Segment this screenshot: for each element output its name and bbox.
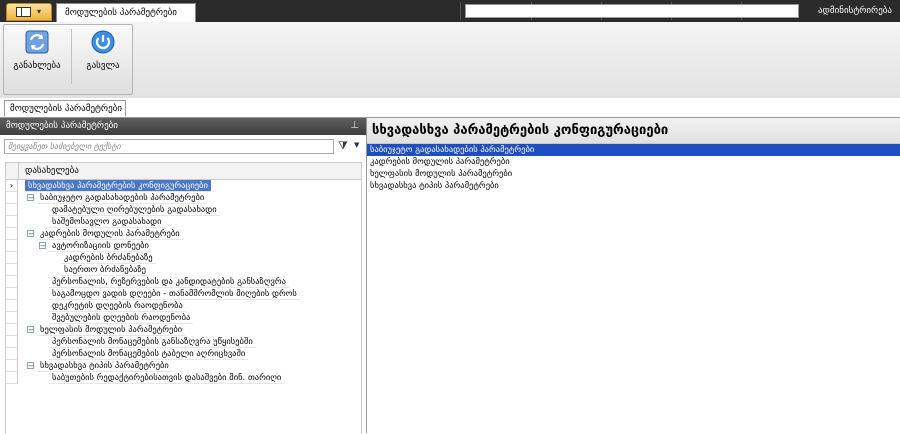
- column-header-label: დასახელება: [25, 166, 79, 176]
- row-indicator[interactable]: [6, 240, 18, 252]
- row-indicator[interactable]: [6, 192, 18, 204]
- row-indicator[interactable]: ›: [6, 180, 18, 192]
- tree-row-label: ხელფასის მოდულის პარამეტრები: [37, 324, 186, 336]
- tree-row[interactable]: კადრების ბრძანებაზე: [6, 252, 361, 264]
- power-icon: [91, 30, 115, 54]
- tree-row-label: დამატებული ღირებულების გადასახადი: [49, 204, 220, 216]
- right-panel: სხვადასხვა პარამეტრების კონფიგურაციები ს…: [367, 118, 900, 433]
- title-bar: ▾ მოდულების პარამეტრები ადმინისტრირება: [0, 0, 900, 23]
- tree-row[interactable]: − ავტორიზაციის დონეები: [6, 240, 361, 252]
- tree-row-label: ავტორიზაციის დონეები: [49, 240, 152, 252]
- tree-row-label: კადრების მოდულის პარამეტრები: [37, 228, 183, 240]
- app-menu-button[interactable]: ▾: [6, 3, 52, 21]
- ribbon-separator: [71, 29, 72, 84]
- tree-row[interactable]: − სხვადასხვა ტიპის პარამეტრები: [6, 360, 361, 372]
- row-indicator[interactable]: [6, 276, 18, 288]
- row-indicator[interactable]: [6, 300, 18, 312]
- ribbon-group: განახლება გასვლა: [3, 24, 133, 95]
- tree-row-label: სხვადასხვა ტიპის პარამეტრები: [37, 360, 172, 372]
- tree-grid: დასახელება › სხვადასხვა პარამეტრების კონფ…: [5, 162, 362, 434]
- tree-row[interactable]: › სხვადასხვა პარამეტრების კონფიგურაციები: [6, 180, 361, 192]
- row-indicator[interactable]: [6, 252, 18, 264]
- chevron-down-icon: ▾: [37, 7, 42, 16]
- tree-row[interactable]: საშემოსავლო გადასახადი: [6, 216, 361, 228]
- tree-row-label: საბიუჯეტო გადასახადების პარამეტრები: [37, 192, 208, 204]
- filter-dropdown-icon[interactable]: ▼: [354, 141, 359, 149]
- left-panel-title: მოდულების პარამეტრები: [6, 121, 118, 131]
- row-indicator[interactable]: [6, 228, 18, 240]
- filter-row: შეიყვანეთ საძიებელი ტექსტი ⧩ ▼: [4, 139, 364, 155]
- tree-row-label: სხვადასხვა პარამეტრების კონფიგურაციები: [25, 180, 211, 192]
- collapse-icon[interactable]: −: [27, 326, 34, 334]
- tree-row-label: საშემოსავლო გადასახადი: [49, 216, 165, 228]
- app-menu-icon: [16, 7, 31, 17]
- exit-label: გასვლა: [86, 61, 120, 71]
- row-indicator[interactable]: [6, 312, 18, 324]
- collapse-icon[interactable]: −: [39, 242, 46, 250]
- tab-module-parameters[interactable]: მოდულების პარამეტრები: [4, 100, 126, 117]
- row-indicator[interactable]: [6, 288, 18, 300]
- row-indicator[interactable]: [6, 216, 18, 228]
- refresh-icon: [25, 30, 49, 54]
- ribbon: განახლება გასვლა: [0, 22, 900, 99]
- tree-row[interactable]: − საბიუჯეტო გადასახადების პარამეტრები: [6, 192, 361, 204]
- left-panel-header: მოდულების პარამეტრები ⊥: [0, 118, 366, 135]
- left-panel: მოდულების პარამეტრები ⊥ შეიყვანეთ საძიებ…: [0, 118, 367, 434]
- tree-row[interactable]: პერსონალის, რეზერვების და კანდიდატების გ…: [6, 276, 361, 288]
- tree-row[interactable]: შვებულების დღეების რაოდენობა: [6, 312, 361, 324]
- tree-row-label: საგამოცდო ვადის დღეები - თანამშრომლის მი…: [49, 288, 300, 300]
- tree-row[interactable]: პერსონალის მონაცემების ტაბელი აღრიცხვაში: [6, 348, 361, 360]
- search-input[interactable]: [465, 4, 799, 18]
- tree-row-label: საერთო ბრძანებაზე: [61, 264, 149, 276]
- ribbon-tab[interactable]: მოდულების პარამეტრები: [56, 3, 196, 22]
- tree-row[interactable]: საგამოცდო ვადის დღეები - თანამშრომლის მი…: [6, 288, 361, 300]
- tree-row[interactable]: საერთო ბრძანებაზე: [6, 264, 361, 276]
- exit-button[interactable]: გასვლა: [74, 27, 132, 87]
- document-tabs: მოდულების პარამეტრები: [0, 98, 900, 118]
- tree-row[interactable]: − ხელფასის მოდულის პარამეტრები: [6, 324, 361, 336]
- row-indicator[interactable]: [6, 264, 18, 276]
- row-indicator[interactable]: [6, 336, 18, 348]
- collapse-icon[interactable]: −: [27, 194, 34, 202]
- tree-row[interactable]: დამატებული ღირებულების გადასახადი: [6, 204, 361, 216]
- list-item[interactable]: კადრების მოდულის პარამეტრები: [367, 156, 900, 168]
- tree-row[interactable]: პერსონალის მონაცემების განსაზღვრა უწყისე…: [6, 336, 361, 348]
- tree-row-label: საბუთების რედაქტირებისათვის დასაშვები მი…: [49, 372, 285, 384]
- refresh-label: განახლება: [13, 61, 61, 71]
- tree-row-label: პერსონალის, რეზერვების და კანდიდატების გ…: [49, 276, 289, 288]
- filter-input[interactable]: შეიყვანეთ საძიებელი ტექსტი: [4, 139, 334, 154]
- row-indicator[interactable]: [6, 372, 18, 384]
- collapse-icon[interactable]: −: [27, 362, 34, 370]
- filter-icon[interactable]: ⧩: [338, 139, 348, 153]
- tree-row-label: კადრების ბრძანებაზე: [61, 252, 156, 264]
- row-indicator[interactable]: [6, 360, 18, 372]
- tree-row-label: შვებულების დღეების რაოდენობა: [49, 312, 194, 324]
- row-indicator[interactable]: [6, 204, 18, 216]
- right-panel-title: სხვადასხვა პარამეტრების კონფიგურაციები: [367, 118, 900, 144]
- tree-row[interactable]: საბუთების რედაქტირებისათვის დასაშვები მი…: [6, 372, 361, 384]
- tree-row[interactable]: − კადრების მოდულის პარამეტრები: [6, 228, 361, 240]
- row-indicator[interactable]: [6, 348, 18, 360]
- tree-row-label: დეკრეტის დღეების რაოდენობა: [49, 300, 186, 312]
- row-indicator[interactable]: [6, 324, 18, 336]
- pin-icon[interactable]: ⊥: [350, 120, 359, 131]
- tree-row[interactable]: დეკრეტის დღეების რაოდენობა: [6, 300, 361, 312]
- list-item[interactable]: ხელფასის მოდულის პარამეტრები: [367, 168, 900, 180]
- tree-row-label: პერსონალის მონაცემების განსაზღვრა უწყისე…: [49, 336, 256, 348]
- collapse-icon[interactable]: −: [27, 230, 34, 238]
- list-item[interactable]: სხვადასხვა ტიპის პარამეტრები: [367, 180, 900, 192]
- tree-row-label: პერსონალის მონაცემების ტაბელი აღრიცხვაში: [49, 348, 249, 360]
- user-label[interactable]: ადმინისტრირება: [818, 6, 892, 16]
- list-item[interactable]: საბიუჯეტო გადასახადების პარამეტრები: [367, 144, 900, 156]
- refresh-button[interactable]: განახლება: [6, 27, 68, 87]
- column-header[interactable]: დასახელება: [6, 163, 361, 180]
